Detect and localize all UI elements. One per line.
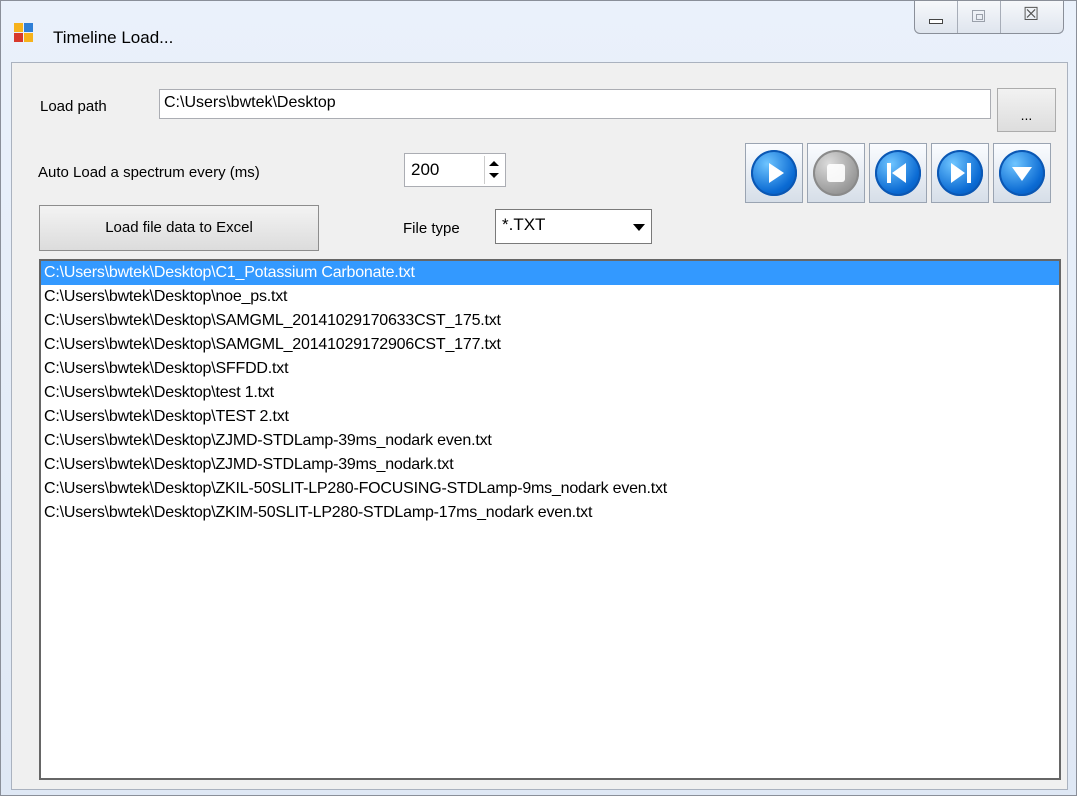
list-item[interactable]: C:\Users\bwtek\Desktop\noe_ps.txt [41, 285, 1059, 309]
down-button[interactable] [993, 143, 1051, 203]
load-path-label: Load path [40, 98, 107, 115]
form-client-area: Load path C:\Users\bwtek\Desktop ... Aut… [11, 62, 1068, 790]
next-button[interactable] [931, 143, 989, 203]
list-item[interactable]: C:\Users\bwtek\Desktop\ZJMD-STDLamp-39ms… [41, 453, 1059, 477]
minimize-button[interactable] [915, 1, 958, 33]
app-icon [14, 23, 34, 43]
previous-icon [875, 150, 921, 196]
load-to-excel-button[interactable]: Load file data to Excel [39, 205, 319, 251]
chevron-down-icon[interactable] [628, 213, 648, 240]
list-item[interactable]: C:\Users\bwtek\Desktop\SAMGML_2014102917… [41, 333, 1059, 357]
list-item[interactable]: C:\Users\bwtek\Desktop\ZKIL-50SLIT-LP280… [41, 477, 1059, 501]
stop-icon [813, 150, 859, 196]
list-item[interactable]: C:\Users\bwtek\Desktop\C1_Potassium Carb… [41, 261, 1059, 285]
stop-button[interactable] [807, 143, 865, 203]
auto-load-interval-stepper[interactable]: 200 [404, 153, 506, 187]
file-list[interactable]: C:\Users\bwtek\Desktop\C1_Potassium Carb… [39, 259, 1061, 780]
play-icon [751, 150, 797, 196]
maximize-icon [972, 10, 985, 22]
auto-load-interval-value: 200 [411, 160, 440, 179]
close-icon: ☒ [1023, 4, 1040, 24]
media-controls [745, 143, 1051, 203]
previous-button[interactable] [869, 143, 927, 203]
title-bar: Timeline Load... ☒ [1, 1, 1076, 61]
stepper-arrows[interactable] [484, 156, 503, 184]
browse-button[interactable]: ... [997, 88, 1056, 132]
next-icon [937, 150, 983, 196]
window-title: Timeline Load... [53, 28, 174, 47]
stepper-up-icon[interactable] [489, 161, 499, 166]
maximize-button[interactable] [958, 1, 1001, 33]
stepper-down-icon[interactable] [489, 173, 499, 178]
list-item[interactable]: C:\Users\bwtek\Desktop\SAMGML_2014102917… [41, 309, 1059, 333]
list-item[interactable]: C:\Users\bwtek\Desktop\test 1.txt [41, 381, 1059, 405]
list-item[interactable]: C:\Users\bwtek\Desktop\ZJMD-STDLamp-39ms… [41, 429, 1059, 453]
close-button[interactable]: ☒ [1001, 1, 1063, 33]
minimize-icon [929, 19, 943, 24]
caption-buttons: ☒ [914, 1, 1064, 34]
auto-load-label: Auto Load a spectrum every (ms) [38, 164, 260, 181]
list-item[interactable]: C:\Users\bwtek\Desktop\ZKIM-50SLIT-LP280… [41, 501, 1059, 525]
play-button[interactable] [745, 143, 803, 203]
list-item[interactable]: C:\Users\bwtek\Desktop\TEST 2.txt [41, 405, 1059, 429]
file-type-value: *.TXT [502, 215, 546, 234]
timeline-load-window: Timeline Load... ☒ Load path C:\Users\bw… [0, 0, 1077, 796]
load-path-input[interactable]: C:\Users\bwtek\Desktop [159, 89, 991, 119]
file-type-select[interactable]: *.TXT [495, 209, 652, 244]
down-icon [999, 150, 1045, 196]
list-item[interactable]: C:\Users\bwtek\Desktop\SFFDD.txt [41, 357, 1059, 381]
file-type-label: File type [403, 220, 460, 237]
